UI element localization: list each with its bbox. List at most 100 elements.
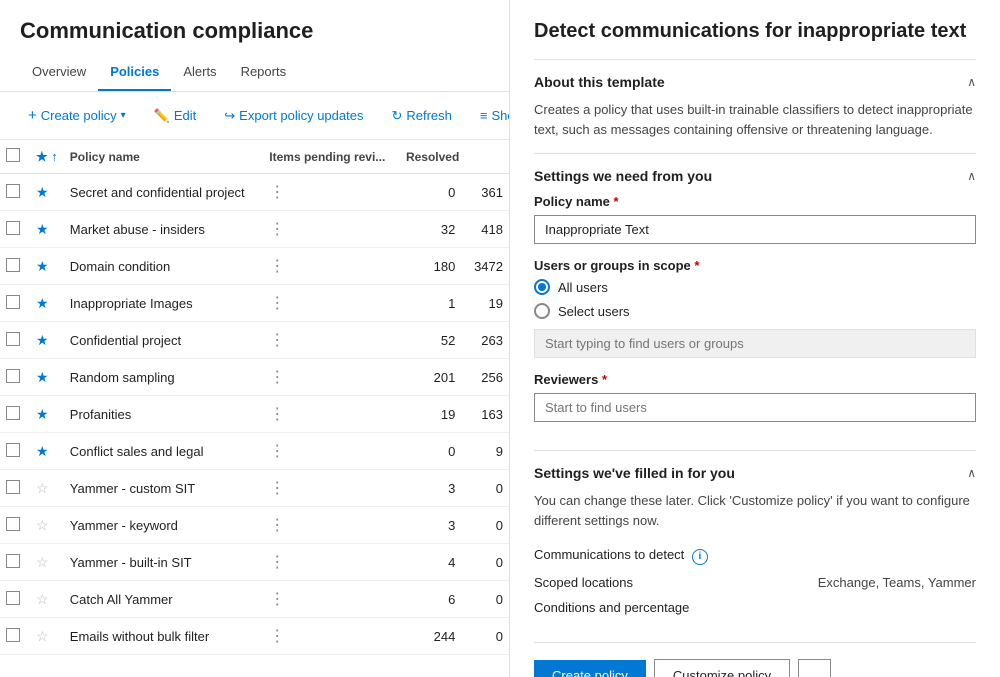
row-checkbox-cell bbox=[0, 248, 30, 285]
star-icon[interactable]: ★ bbox=[36, 258, 49, 274]
row-more-options[interactable]: ⋮ bbox=[269, 480, 286, 497]
star-icon[interactable]: ★ bbox=[36, 332, 49, 348]
star-icon[interactable]: ☆ bbox=[36, 517, 49, 533]
select-all-checkbox[interactable] bbox=[6, 148, 20, 162]
users-search-input[interactable] bbox=[534, 329, 976, 358]
row-checkbox[interactable] bbox=[6, 591, 20, 605]
star-icon[interactable]: ★ bbox=[36, 221, 49, 237]
col-header-star[interactable]: ★ ↑ bbox=[30, 140, 64, 174]
table-row[interactable]: ★ Conflict sales and legal ⋮ 0 9 bbox=[0, 433, 509, 470]
star-icon[interactable]: ★ bbox=[36, 295, 49, 311]
row-pending: 6 bbox=[395, 581, 465, 618]
table-row[interactable]: ★ Profanities ⋮ 19 163 bbox=[0, 396, 509, 433]
info-icon[interactable]: i bbox=[692, 549, 708, 565]
row-checkbox[interactable] bbox=[6, 369, 20, 383]
row-more-options[interactable]: ⋮ bbox=[269, 443, 286, 460]
col-header-resolved[interactable]: Resolved bbox=[395, 140, 465, 174]
star-icon[interactable]: ☆ bbox=[36, 591, 49, 607]
prefilled-section-body: You can change these later. Click 'Custo… bbox=[534, 491, 976, 634]
row-checkbox[interactable] bbox=[6, 406, 20, 420]
reviewers-input[interactable] bbox=[534, 393, 976, 422]
about-section: About this template ∧ Creates a policy t… bbox=[534, 59, 976, 153]
row-dots-cell: ⋮ bbox=[263, 322, 395, 359]
row-checkbox-cell bbox=[0, 322, 30, 359]
row-resolved: 361 bbox=[465, 174, 509, 211]
table-row[interactable]: ★ Random sampling ⋮ 201 256 bbox=[0, 359, 509, 396]
row-more-options[interactable]: ⋮ bbox=[269, 184, 286, 201]
star-icon[interactable]: ☆ bbox=[36, 628, 49, 644]
edit-button[interactable]: ✏️ Edit bbox=[146, 103, 205, 129]
star-sort-icon: ★ ↑ bbox=[36, 149, 58, 164]
row-more-options[interactable]: ⋮ bbox=[269, 517, 286, 534]
policy-name-input[interactable] bbox=[534, 215, 976, 244]
required-asterisk-2: * bbox=[694, 258, 699, 273]
prefilled-section-header[interactable]: Settings we've filled in for you ∧ bbox=[534, 451, 976, 491]
row-more-options[interactable]: ⋮ bbox=[269, 406, 286, 423]
row-resolved: 256 bbox=[465, 359, 509, 396]
col-header-policy-name[interactable]: Policy name bbox=[64, 140, 264, 174]
row-star-cell: ★ bbox=[30, 359, 64, 396]
table-row[interactable]: ★ Inappropriate Images ⋮ 1 19 bbox=[0, 285, 509, 322]
row-more-options[interactable]: ⋮ bbox=[269, 591, 286, 608]
row-more-options[interactable]: ⋮ bbox=[269, 295, 286, 312]
row-star-cell: ★ bbox=[30, 174, 64, 211]
tab-policies[interactable]: Policies bbox=[98, 54, 171, 91]
star-icon[interactable]: ☆ bbox=[36, 480, 49, 496]
row-checkbox[interactable] bbox=[6, 628, 20, 642]
table-row[interactable]: ☆ Catch All Yammer ⋮ 6 0 bbox=[0, 581, 509, 618]
row-checkbox[interactable] bbox=[6, 295, 20, 309]
settings-section-header[interactable]: Settings we need from you ∧ bbox=[534, 154, 976, 194]
row-more-options[interactable]: ⋮ bbox=[269, 258, 286, 275]
star-icon[interactable]: ★ bbox=[36, 184, 49, 200]
row-resolved: 0 bbox=[465, 507, 509, 544]
about-section-header[interactable]: About this template ∧ bbox=[534, 60, 976, 100]
row-checkbox-cell bbox=[0, 285, 30, 322]
row-more-options[interactable]: ⋮ bbox=[269, 332, 286, 349]
tab-overview[interactable]: Overview bbox=[20, 54, 98, 91]
table-row[interactable]: ☆ Yammer - keyword ⋮ 3 0 bbox=[0, 507, 509, 544]
row-checkbox-cell bbox=[0, 359, 30, 396]
star-icon[interactable]: ★ bbox=[36, 406, 49, 422]
col-header-pending[interactable]: Items pending revi... bbox=[263, 140, 395, 174]
row-star-cell: ★ bbox=[30, 433, 64, 470]
star-icon[interactable]: ★ bbox=[36, 369, 49, 385]
row-checkbox[interactable] bbox=[6, 517, 20, 531]
radio-all-users[interactable]: All users bbox=[534, 279, 976, 295]
radio-select-users[interactable]: Select users bbox=[534, 303, 976, 319]
table-row[interactable]: ★ Market abuse - insiders ⋮ 32 418 bbox=[0, 211, 509, 248]
row-checkbox[interactable] bbox=[6, 332, 20, 346]
export-policy-button[interactable]: ↪ Export policy updates bbox=[216, 103, 371, 129]
table-row[interactable]: ☆ Yammer - built-in SIT ⋮ 4 0 bbox=[0, 544, 509, 581]
row-checkbox[interactable] bbox=[6, 258, 20, 272]
row-checkbox[interactable] bbox=[6, 480, 20, 494]
row-more-options[interactable]: ⋮ bbox=[269, 369, 286, 386]
row-more-options[interactable]: ⋮ bbox=[269, 628, 286, 645]
refresh-button[interactable]: ↻ Refresh bbox=[383, 103, 459, 129]
row-checkbox-cell bbox=[0, 174, 30, 211]
radio-all-users-circle bbox=[534, 279, 550, 295]
table-row[interactable]: ☆ Emails without bulk filter ⋮ 244 0 bbox=[0, 618, 509, 655]
show-button[interactable]: ≡ Show ▾ bbox=[472, 103, 510, 128]
star-icon[interactable]: ★ bbox=[36, 443, 49, 459]
star-icon[interactable]: ☆ bbox=[36, 554, 49, 570]
row-policy-name: Catch All Yammer bbox=[64, 581, 264, 618]
tab-reports[interactable]: Reports bbox=[229, 54, 299, 91]
row-checkbox-cell bbox=[0, 433, 30, 470]
more-options-button[interactable]: ... bbox=[798, 659, 831, 677]
row-checkbox[interactable] bbox=[6, 554, 20, 568]
row-checkbox[interactable] bbox=[6, 184, 20, 198]
create-policy-submit-button[interactable]: Create policy bbox=[534, 660, 646, 677]
row-checkbox[interactable] bbox=[6, 221, 20, 235]
row-checkbox[interactable] bbox=[6, 443, 20, 457]
row-pending: 19 bbox=[395, 396, 465, 433]
tab-alerts[interactable]: Alerts bbox=[171, 54, 228, 91]
table-row[interactable]: ★ Secret and confidential project ⋮ 0 36… bbox=[0, 174, 509, 211]
customize-policy-button[interactable]: Customize policy bbox=[654, 659, 790, 677]
row-resolved: 0 bbox=[465, 581, 509, 618]
row-more-options[interactable]: ⋮ bbox=[269, 554, 286, 571]
table-row[interactable]: ★ Confidential project ⋮ 52 263 bbox=[0, 322, 509, 359]
row-more-options[interactable]: ⋮ bbox=[269, 221, 286, 238]
table-row[interactable]: ★ Domain condition ⋮ 180 3472 bbox=[0, 248, 509, 285]
table-row[interactable]: ☆ Yammer - custom SIT ⋮ 3 0 bbox=[0, 470, 509, 507]
create-policy-button[interactable]: + Create policy ▾ bbox=[20, 102, 134, 129]
